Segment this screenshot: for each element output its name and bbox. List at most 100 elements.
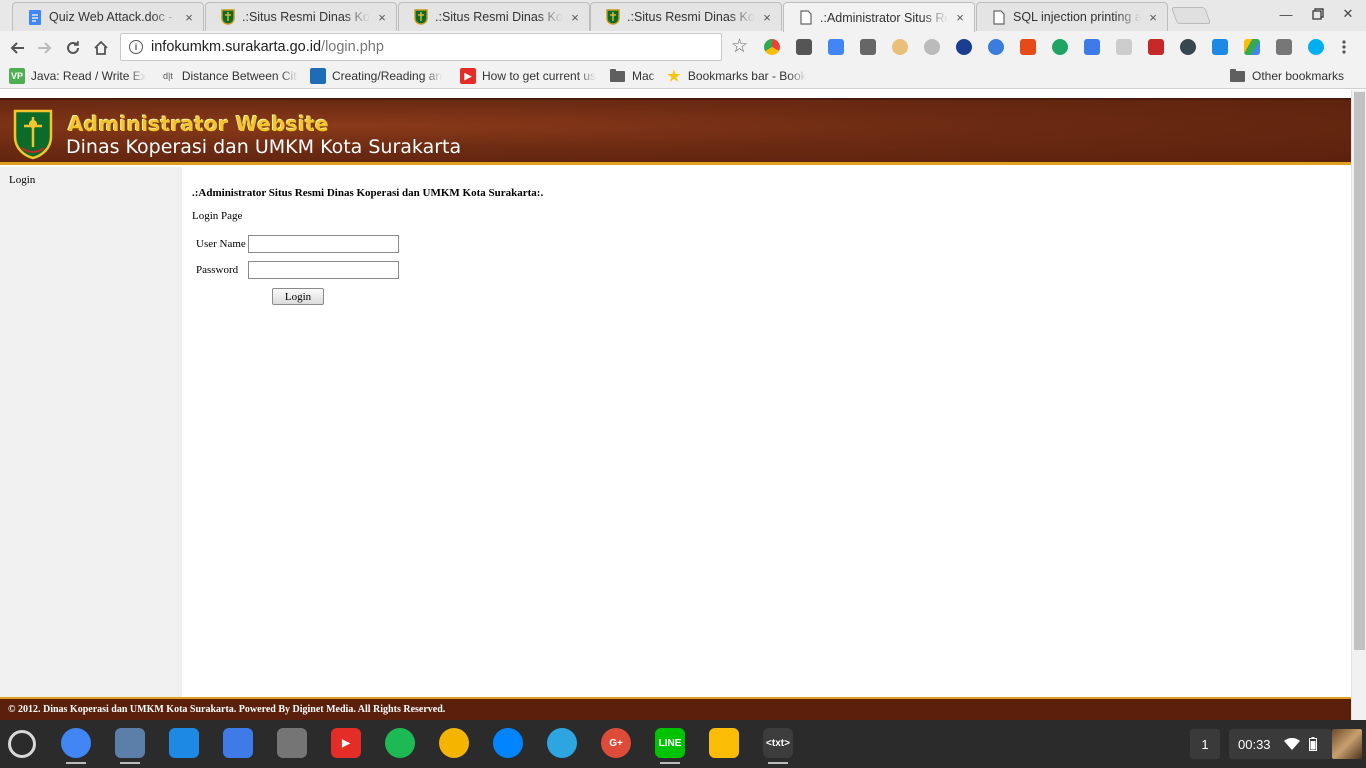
reload-icon[interactable]	[62, 37, 84, 59]
avatar[interactable]	[1332, 729, 1362, 759]
bookmark-item[interactable]: Mac	[610, 67, 656, 85]
launcher-icon[interactable]	[8, 730, 36, 758]
extension-palette-icon[interactable]	[892, 39, 908, 55]
youtube-icon[interactable]: ▶	[331, 728, 361, 758]
status-tray[interactable]: 00:33	[1229, 729, 1332, 759]
text-editor-icon[interactable]: <txt>	[763, 728, 793, 764]
extension-bulb-icon[interactable]	[796, 39, 812, 55]
url-host: infokumkm.surakarta.go.id	[151, 39, 322, 55]
extension-diamond-icon[interactable]	[1212, 39, 1228, 55]
wifi-icon	[1283, 738, 1300, 750]
browser-tab[interactable]: SQL injection printing all ×	[976, 2, 1168, 31]
skype-icon[interactable]	[1308, 39, 1324, 55]
line-icon[interactable]: LINE	[655, 728, 685, 764]
extension-book-icon[interactable]	[1148, 39, 1164, 55]
address-bar[interactable]: i infokumkm.surakarta.go.id/login.php	[120, 33, 722, 61]
site-banner: Administrator Website Dinas Koperasi dan…	[0, 98, 1351, 165]
page-icon	[991, 9, 1007, 25]
bookmark-label: Bookmarks bar - Book	[687, 69, 806, 83]
maximize-icon[interactable]	[1306, 4, 1330, 24]
username-input[interactable]	[248, 235, 399, 253]
tab-title: .:Administrator Situs Res	[820, 10, 948, 25]
keep-icon[interactable]	[709, 728, 739, 758]
clock: 00:33	[1238, 736, 1271, 752]
close-tab-icon[interactable]: ×	[374, 9, 390, 25]
bookmark-label: Mac	[632, 69, 655, 83]
extension-4d-icon[interactable]	[1084, 39, 1100, 55]
folder-icon	[1230, 68, 1245, 82]
close-tab-icon[interactable]: ×	[1145, 9, 1161, 25]
browser-tab[interactable]: Quiz Web Attack.doc - Go ×	[12, 2, 204, 31]
close-tab-icon[interactable]: ×	[567, 9, 583, 25]
sidebar-item-login[interactable]: Login	[9, 174, 35, 186]
browser-tab[interactable]: .:Situs Resmi Dinas Kope ×	[590, 2, 782, 31]
back-icon[interactable]	[6, 37, 28, 59]
browser-tab[interactable]: .:Administrator Situs Res ×	[783, 2, 975, 32]
new-tab-button[interactable]	[1170, 7, 1212, 24]
cast-icon[interactable]	[1276, 39, 1292, 55]
extension-arrow-icon[interactable]	[1180, 39, 1196, 55]
bookmark-label: Distance Between Citi	[181, 69, 298, 83]
other-bookmarks[interactable]: Other bookmarks	[1230, 67, 1344, 85]
bookmark-favicon: d|t	[162, 71, 173, 81]
chrome-icon[interactable]	[61, 728, 91, 764]
minimize-icon[interactable]: —	[1274, 4, 1298, 24]
extension-wave-icon[interactable]	[988, 39, 1004, 55]
messenger-icon[interactable]	[493, 728, 523, 758]
scrollbar-thumb[interactable]	[1354, 92, 1365, 650]
main-content: .:Administrator Situs Resmi Dinas Kopera…	[182, 167, 1351, 697]
bookmark-item[interactable]: VP Java: Read / Write Ex	[9, 67, 146, 85]
banner-title: Administrator Website	[68, 112, 329, 136]
bookmark-star-icon[interactable]: ☆	[731, 35, 748, 58]
extension-rainbow-icon[interactable]	[764, 39, 780, 55]
inbox-icon[interactable]	[223, 728, 253, 758]
bookmark-label: Java: Read / Write Ex	[30, 69, 146, 83]
tab-title: .:Situs Resmi Dinas Kope	[627, 10, 755, 24]
bookmark-item[interactable]: ★ Bookmarks bar - Book	[666, 67, 806, 85]
page-subtitle: Login Page	[192, 210, 243, 222]
page-title: .:Administrator Situs Resmi Dinas Kopera…	[192, 187, 544, 199]
extension-k-icon[interactable]	[956, 39, 972, 55]
files-icon[interactable]	[169, 728, 199, 758]
extension-compass-icon[interactable]	[924, 39, 940, 55]
google-plus-icon[interactable]: G+	[601, 728, 631, 758]
bookmark-item[interactable]: Creating/Reading an	[310, 67, 443, 85]
username-label: User Name	[196, 238, 246, 250]
forward-icon[interactable]	[34, 37, 56, 59]
app-icon-glyph: G+	[609, 737, 623, 749]
app-icon-glyph: ▶	[342, 737, 350, 749]
photos-icon[interactable]	[439, 728, 469, 758]
password-input[interactable]	[248, 261, 399, 279]
telegram-icon[interactable]	[547, 728, 577, 758]
browser-tab[interactable]: .:Situs Resmi Dinas Kope ×	[205, 2, 397, 31]
crest-icon	[413, 9, 429, 25]
close-window-icon[interactable]: ✕	[1336, 4, 1360, 24]
bookmark-item[interactable]: d|t Distance Between Citi	[160, 67, 298, 85]
calendar-icon[interactable]	[277, 728, 307, 758]
site-info-icon[interactable]: i	[129, 40, 143, 54]
bookmark-item[interactable]: ▶ How to get current us	[460, 67, 597, 85]
office-icon[interactable]	[1020, 39, 1036, 55]
browser-tab[interactable]: .:Situs Resmi Dinas Kope ×	[398, 2, 590, 31]
menu-icon[interactable]	[1342, 39, 1346, 55]
surakarta-crest-icon	[13, 109, 53, 160]
close-tab-icon[interactable]: ×	[952, 10, 968, 26]
bookmark-favicon	[310, 68, 326, 84]
bookmark-favicon: ★	[667, 68, 681, 85]
vertical-scrollbar[interactable]	[1351, 90, 1366, 720]
drive-icon[interactable]	[1244, 39, 1260, 55]
extension-pen-icon[interactable]	[1116, 39, 1132, 55]
close-tab-icon[interactable]: ×	[181, 9, 197, 25]
running-indicator	[660, 762, 680, 764]
extension-d-icon[interactable]	[1052, 39, 1068, 55]
login-button[interactable]: Login	[272, 288, 324, 305]
site-footer: © 2012. Dinas Koperasi dan UMKM Kota Sur…	[0, 697, 1351, 720]
page-viewport: Administrator Website Dinas Koperasi dan…	[0, 90, 1366, 720]
workspace-indicator[interactable]: 1	[1190, 729, 1220, 759]
home-icon[interactable]	[90, 37, 112, 59]
mail-icon[interactable]	[860, 39, 876, 55]
chrome-app-icon[interactable]	[115, 728, 145, 764]
spotify-icon[interactable]	[385, 728, 415, 758]
translate-icon[interactable]	[828, 39, 844, 55]
close-tab-icon[interactable]: ×	[759, 9, 775, 25]
